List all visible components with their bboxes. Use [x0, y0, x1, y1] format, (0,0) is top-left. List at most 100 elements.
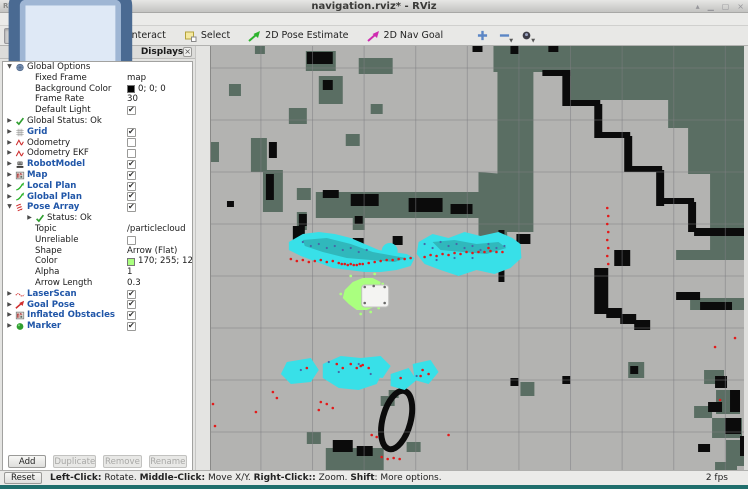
tree-row-default-light[interactable]: Default Light	[3, 105, 192, 116]
render-viewport[interactable]	[210, 46, 744, 470]
row-value[interactable]: 170; 255; 127	[127, 256, 192, 267]
row-value[interactable]	[127, 289, 136, 300]
displays-panel-header[interactable]: Displays ×	[0, 0, 195, 107]
expand-arrow-icon[interactable]: ▶	[6, 321, 13, 332]
row-value[interactable]: /particlecloud	[127, 224, 186, 235]
tree-row-pose-array[interactable]: ▼ Pose Array	[3, 202, 192, 213]
tree-row-status-ok[interactable]: ▶ Status: Ok	[3, 213, 192, 224]
row-value[interactable]	[127, 148, 136, 159]
collapse-arrow-icon[interactable]: ▼	[6, 62, 13, 73]
tree-row-shape[interactable]: Shape Arrow (Flat)	[3, 246, 192, 257]
row-value[interactable]: map	[127, 73, 146, 84]
expand-arrow-icon[interactable]: ▶	[6, 138, 13, 149]
tree-row-marker[interactable]: ▶ Marker	[3, 321, 192, 332]
tree-row-laserscan[interactable]: ▶ LaserScan	[3, 289, 192, 300]
tree-row-goal-pose[interactable]: ▶ Goal Pose	[3, 299, 192, 311]
displays-tree[interactable]: ▼ Global Options Fixed Frame map Backgroun…	[2, 61, 193, 489]
expand-arrow-icon[interactable]: ▶	[6, 159, 13, 170]
expand-arrow-icon[interactable]: ▶	[6, 181, 13, 192]
tree-row-map[interactable]: ▶ Map	[3, 170, 192, 181]
row-value[interactable]	[127, 138, 136, 149]
row-value[interactable]: 30	[127, 94, 138, 105]
expand-arrow-icon[interactable]: ▶	[6, 116, 13, 127]
map-canvas[interactable]	[211, 46, 744, 470]
reset-button[interactable]: Reset	[4, 472, 43, 484]
focus-camera-button[interactable]: ▼	[518, 29, 535, 44]
tool-pose-estimate[interactable]: 2D Pose Estimate	[241, 28, 355, 44]
row-value[interactable]	[127, 159, 136, 170]
tree-row-background-color[interactable]: Background Color 0; 0; 0	[3, 84, 192, 95]
row-value[interactable]	[127, 310, 136, 321]
row-value[interactable]	[127, 202, 136, 213]
enabled-checkbox[interactable]	[127, 321, 136, 332]
color-swatch[interactable]	[127, 84, 135, 93]
tree-row-topic[interactable]: Topic/particlecloud	[3, 224, 192, 235]
expand-arrow-icon[interactable]: ▶	[6, 289, 13, 300]
row-name: Topic	[26, 224, 57, 235]
add-tool-button[interactable]	[474, 29, 490, 43]
enabled-checkbox[interactable]	[127, 105, 136, 116]
expand-arrow-icon[interactable]: ▶	[6, 192, 13, 203]
tool-nav-goal[interactable]: 2D Nav Goal	[360, 28, 451, 44]
tree-row-odometry-ekf[interactable]: ▶ Odometry EKF	[3, 148, 192, 159]
collapse-arrow-icon[interactable]: ▼	[6, 202, 13, 213]
tree-row-unreliable[interactable]: Unreliable	[3, 235, 192, 246]
row-value[interactable]	[127, 321, 136, 332]
enabled-checkbox[interactable]	[127, 149, 136, 159]
tree-row-global-status-ok[interactable]: ▶ Global Status: Ok	[3, 116, 192, 127]
close-icon[interactable]: ×	[737, 0, 744, 13]
row-value[interactable]	[127, 127, 136, 138]
tree-row-global-plan[interactable]: ▶ Global Plan	[3, 191, 192, 203]
row-value[interactable]	[127, 105, 136, 116]
tree-row-global-options[interactable]: ▼ Global Options	[3, 62, 192, 73]
row-value[interactable]	[127, 235, 136, 246]
add-button[interactable]: Add	[8, 455, 47, 468]
select-box-icon	[184, 30, 197, 42]
expand-arrow-icon[interactable]: ▶	[6, 310, 13, 321]
enabled-checkbox[interactable]	[127, 299, 136, 310]
expand-arrow-icon[interactable]: ▶	[26, 213, 33, 224]
row-value[interactable]: Arrow (Flat)	[127, 246, 177, 257]
row-value[interactable]: 1	[127, 267, 132, 278]
enabled-checkbox[interactable]	[127, 202, 136, 213]
tree-row-fixed-frame[interactable]: Fixed Frame map	[3, 73, 192, 84]
row-value[interactable]: 0.3	[127, 278, 141, 289]
row-name: ▶ Inflated Obstacles	[6, 310, 115, 321]
row-value[interactable]	[127, 191, 136, 203]
tree-row-odometry[interactable]: ▶ Odometry	[3, 138, 192, 149]
shade-icon[interactable]: ▴	[696, 0, 700, 13]
tree-row-local-plan[interactable]: ▶ Local Plan	[3, 181, 192, 192]
expand-arrow-icon[interactable]: ▶	[6, 127, 13, 138]
tree-row-grid[interactable]: ▶ Grid	[3, 127, 192, 138]
minimize-icon[interactable]: ▁	[708, 0, 714, 13]
enabled-checkbox[interactable]	[127, 159, 136, 170]
tree-row-frame-rate[interactable]: Frame Rate 30	[3, 94, 192, 105]
enabled-checkbox[interactable]	[127, 181, 136, 191]
color-swatch[interactable]	[127, 257, 135, 266]
tool-select[interactable]: Select	[177, 28, 237, 44]
expand-arrow-icon[interactable]: ▶	[6, 170, 13, 181]
maximize-icon[interactable]: ▢	[722, 0, 730, 13]
tree-row-robotmodel[interactable]: ▶ RobotModel	[3, 159, 192, 170]
enabled-checkbox[interactable]	[127, 170, 136, 181]
tree-row-arrow-length[interactable]: Arrow Length 0.3	[3, 278, 192, 289]
row-value[interactable]	[127, 170, 136, 181]
remove-tool-button[interactable]: ▼	[496, 29, 513, 44]
expand-arrow-icon[interactable]: ▶	[6, 148, 13, 159]
enabled-checkbox[interactable]	[127, 127, 136, 137]
close-icon[interactable]: ×	[183, 47, 192, 57]
tree-row-inflated-obstacles[interactable]: ▶ Inflated Obstacles	[3, 310, 192, 321]
enabled-checkbox[interactable]	[127, 235, 136, 245]
enabled-checkbox[interactable]	[127, 138, 136, 148]
enabled-checkbox[interactable]	[127, 289, 136, 299]
tree-row-color[interactable]: Color 170; 255; 127	[3, 256, 192, 267]
enabled-checkbox[interactable]	[127, 191, 136, 202]
tree-row-alpha[interactable]: Alpha 1	[3, 267, 192, 278]
row-value[interactable]: 0; 0; 0	[127, 84, 166, 95]
expand-arrow-icon[interactable]: ▶	[6, 300, 13, 311]
enabled-checkbox[interactable]	[127, 310, 136, 321]
row-value[interactable]	[127, 299, 136, 311]
row-value[interactable]	[127, 181, 136, 192]
laser-icon	[15, 290, 25, 299]
